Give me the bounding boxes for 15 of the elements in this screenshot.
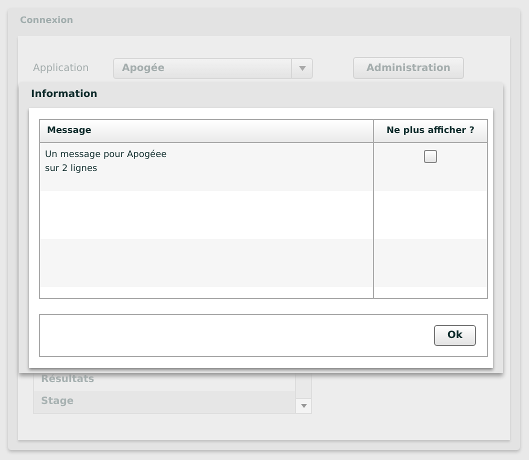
caret-icon	[300, 404, 306, 408]
list-item[interactable]: Stage	[34, 391, 295, 413]
message-cell-text: Un message pour Apogéee sur 2 lignes	[44, 148, 168, 176]
dialog-title: Information	[31, 88, 98, 102]
dropdown-value: Apogée	[122, 62, 166, 74]
panel-title: Connexion	[20, 15, 74, 28]
list-item[interactable]: Résultats	[34, 369, 295, 391]
administration-button[interactable]: Administration	[353, 57, 464, 79]
column-header[interactable]: Ne plus afficher ?	[374, 120, 487, 142]
ok-button[interactable]: Ok	[434, 325, 476, 346]
application-label: Application	[33, 62, 90, 74]
checkbox[interactable]	[424, 150, 437, 163]
caret-icon	[298, 66, 306, 70]
column-header[interactable]: Message	[40, 120, 374, 142]
application-dropdown[interactable]: Apogée	[113, 58, 313, 78]
